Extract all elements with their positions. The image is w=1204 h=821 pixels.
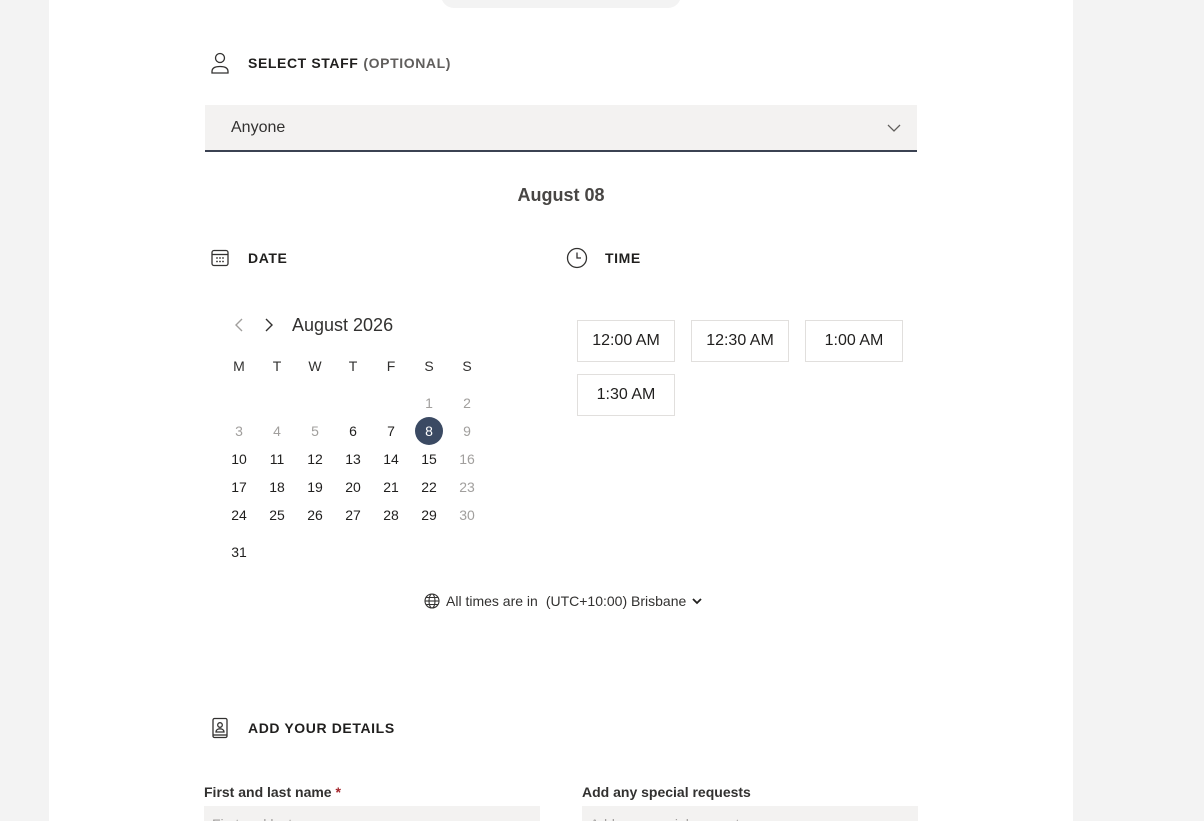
time-label: TIME bbox=[605, 250, 641, 266]
calendar-day-13[interactable]: 13 bbox=[334, 445, 372, 473]
calendar-day-14[interactable]: 14 bbox=[372, 445, 410, 473]
calendar-month-label: August 2026 bbox=[292, 314, 394, 335]
timezone-selector[interactable]: All times are in (UTC+10:00) Brisbane bbox=[424, 593, 702, 609]
staff-selected-value: Anyone bbox=[231, 118, 286, 136]
details-label: ADD YOUR DETAILS bbox=[248, 720, 395, 736]
calendar-day-16: 16 bbox=[459, 451, 475, 467]
weekday-label: M bbox=[233, 358, 245, 374]
calendar-day-30: 30 bbox=[459, 507, 475, 523]
calendar-day-12[interactable]: 12 bbox=[296, 445, 334, 473]
calendar-empty-cell bbox=[334, 389, 372, 417]
calendar-empty-cell bbox=[220, 389, 258, 417]
next-month-button[interactable] bbox=[254, 312, 284, 338]
chevron-right-icon bbox=[265, 318, 273, 332]
name-input[interactable] bbox=[204, 806, 540, 821]
calendar-day-2: 2 bbox=[463, 395, 471, 411]
calendar-day-29[interactable]: 29 bbox=[410, 501, 448, 529]
calendar-day-7[interactable]: 7 bbox=[372, 417, 410, 445]
calendar-day-25[interactable]: 25 bbox=[258, 501, 296, 529]
calendar-week-row: 3 4 5 6 7 8 9 bbox=[220, 417, 486, 445]
calendar-day-31[interactable]: 31 bbox=[220, 538, 258, 566]
calendar-day-10[interactable]: 10 bbox=[220, 445, 258, 473]
weekday-label: W bbox=[308, 358, 322, 374]
time-section-header: TIME bbox=[566, 247, 641, 269]
calendar-day-22[interactable]: 22 bbox=[410, 473, 448, 501]
calendar-day-8-selected[interactable]: 8 bbox=[410, 417, 448, 445]
selected-date-heading: August 08 bbox=[517, 185, 605, 205]
weekday-label: F bbox=[386, 358, 396, 374]
chevron-down-icon bbox=[692, 597, 702, 605]
calendar-navigation: August 2026 bbox=[224, 312, 393, 338]
calendar-day-18[interactable]: 18 bbox=[258, 473, 296, 501]
calendar-day-24[interactable]: 24 bbox=[220, 501, 258, 529]
calendar-empty-cell bbox=[372, 389, 410, 417]
calendar-week-row: 24 25 26 27 28 29 30 bbox=[220, 501, 486, 529]
calendar-day-27[interactable]: 27 bbox=[334, 501, 372, 529]
calendar-weekday-row: M T W T F S S bbox=[220, 352, 486, 380]
calendar-day-11[interactable]: 11 bbox=[258, 445, 296, 473]
staff-label: SELECT STAFF bbox=[248, 55, 359, 71]
weekday-label: S bbox=[424, 358, 434, 374]
date-section-header: DATE bbox=[209, 247, 287, 269]
requests-field-label: Add any special requests bbox=[582, 784, 751, 800]
details-section-header: ADD YOUR DETAILS bbox=[209, 717, 395, 739]
time-slot-button[interactable]: 1:30 AM bbox=[577, 374, 675, 416]
weekday-label: S bbox=[462, 358, 472, 374]
date-label: DATE bbox=[248, 250, 288, 266]
weekday-label: T bbox=[272, 358, 282, 374]
special-requests-input[interactable] bbox=[582, 806, 918, 821]
calendar-day-20[interactable]: 20 bbox=[334, 473, 372, 501]
calendar-day-9: 9 bbox=[463, 423, 471, 439]
calendar-week-row: 17 18 19 20 21 22 23 bbox=[220, 473, 486, 501]
weekday-label: T bbox=[348, 358, 358, 374]
calendar-empty-cell bbox=[296, 389, 334, 417]
calendar-day-1: 1 bbox=[425, 395, 433, 411]
name-field-label-text: First and last name bbox=[204, 784, 332, 800]
clock-icon bbox=[566, 247, 588, 269]
previous-month-button[interactable] bbox=[224, 312, 254, 338]
calendar-day-26[interactable]: 26 bbox=[296, 501, 334, 529]
timezone-prefix: All times are in bbox=[446, 593, 538, 609]
chevron-down-icon bbox=[887, 119, 901, 137]
calendar-grid: M T W T F S S 1 2 3 4 5 6 7 8 9 10 11 12… bbox=[220, 352, 486, 566]
globe-icon bbox=[424, 593, 440, 609]
selected-day-number: 8 bbox=[415, 417, 443, 445]
name-field-label: First and last name * bbox=[204, 784, 341, 800]
calendar-day-3: 3 bbox=[235, 423, 243, 439]
calendar-week-row: 10 11 12 13 14 15 16 bbox=[220, 445, 486, 473]
calendar-day-4: 4 bbox=[273, 423, 281, 439]
required-marker: * bbox=[335, 784, 341, 800]
calendar-day-28[interactable]: 28 bbox=[372, 501, 410, 529]
person-icon bbox=[209, 52, 231, 74]
calendar-icon bbox=[209, 247, 231, 269]
time-slot-button[interactable]: 12:00 AM bbox=[577, 320, 675, 362]
staff-optional-label: (OPTIONAL) bbox=[363, 55, 452, 71]
calendar-week-row: 1 2 bbox=[220, 389, 486, 417]
timezone-value: (UTC+10:00) Brisbane bbox=[545, 593, 687, 609]
calendar-day-5: 5 bbox=[311, 423, 319, 439]
calendar-week-row: 31 bbox=[220, 538, 486, 566]
calendar-day-15[interactable]: 15 bbox=[410, 445, 448, 473]
calendar-day-21[interactable]: 21 bbox=[372, 473, 410, 501]
calendar-day-23: 23 bbox=[459, 479, 475, 495]
calendar-day-6[interactable]: 6 bbox=[334, 417, 372, 445]
time-slot-button[interactable]: 12:30 AM bbox=[691, 320, 789, 362]
chevron-left-icon bbox=[235, 318, 243, 332]
time-slot-button[interactable]: 1:00 AM bbox=[805, 320, 903, 362]
calendar-day-17[interactable]: 17 bbox=[220, 473, 258, 501]
calendar-empty-cell bbox=[258, 389, 296, 417]
staff-dropdown[interactable]: Anyone bbox=[205, 105, 917, 152]
calendar-day-19[interactable]: 19 bbox=[296, 473, 334, 501]
top-scroll-pill bbox=[441, 0, 681, 8]
staff-section-header: SELECT STAFF (OPTIONAL) bbox=[209, 52, 451, 74]
contact-card-icon bbox=[209, 717, 231, 739]
